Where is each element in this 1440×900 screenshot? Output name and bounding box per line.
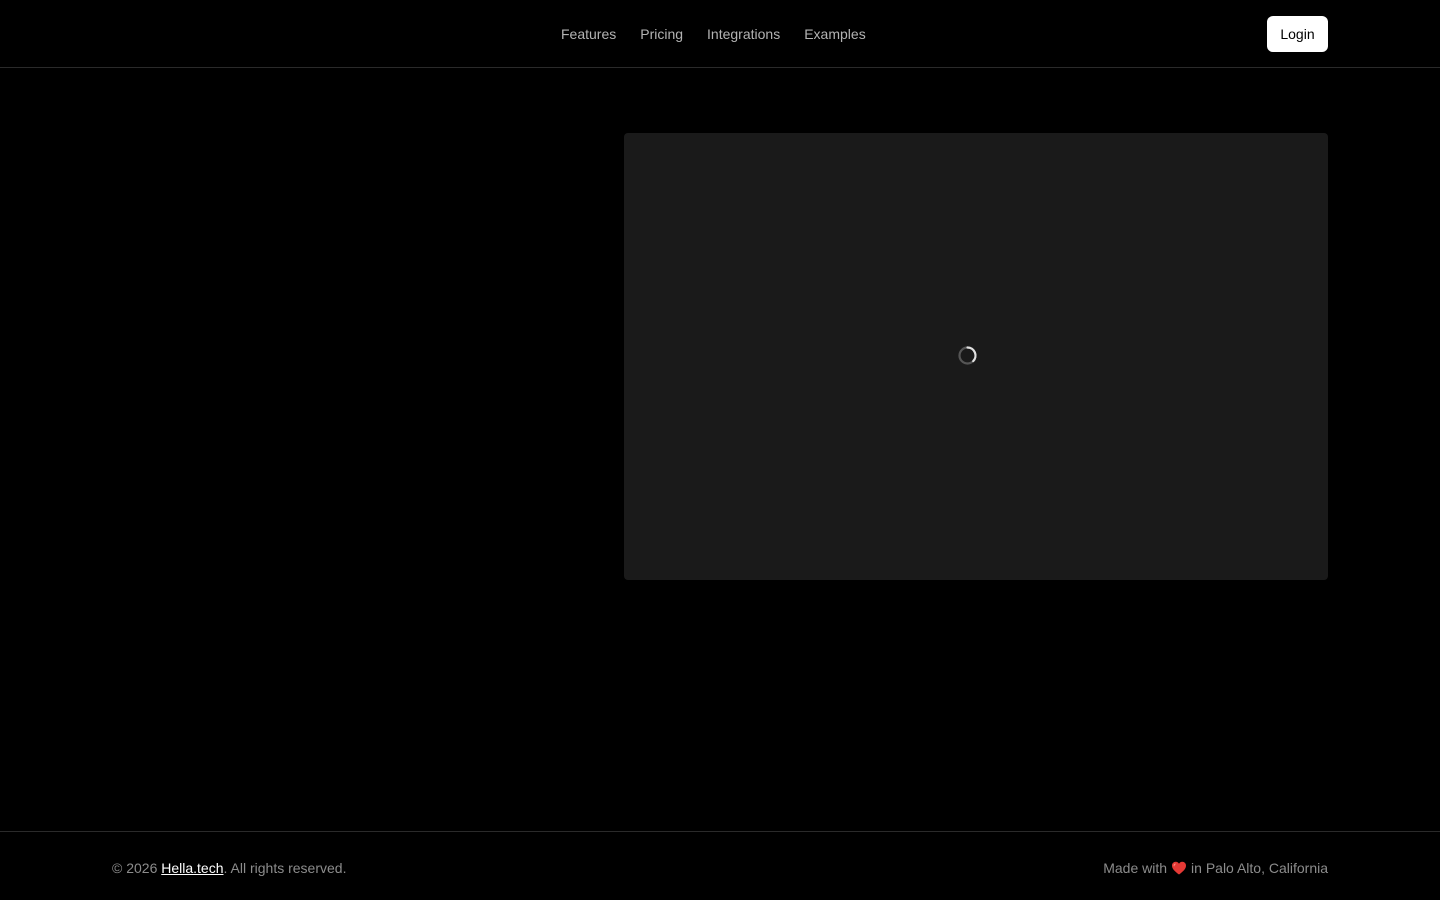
footer-made-with: Made with in Palo Alto, California: [1103, 858, 1328, 878]
nav-link-integrations[interactable]: Integrations: [707, 24, 780, 44]
copyright-prefix: © 2026: [112, 860, 158, 876]
heart-icon: [1171, 860, 1187, 876]
made-with-text: Made with: [1103, 860, 1168, 876]
site-footer: © 2026 Hella.tech. All rights reserved. …: [0, 831, 1440, 900]
nav-link-pricing[interactable]: Pricing: [640, 24, 683, 44]
site-header: Features Pricing Integrations Examples L…: [0, 0, 1440, 68]
brand-link[interactable]: Hella.tech: [161, 860, 223, 876]
nav-link-examples[interactable]: Examples: [804, 24, 865, 44]
location-text: in Palo Alto, California: [1191, 860, 1328, 876]
page: Features Pricing Integrations Examples L…: [0, 0, 1440, 900]
footer-copyright: © 2026 Hella.tech. All rights reserved.: [112, 858, 346, 878]
main-nav: Features Pricing Integrations Examples: [561, 0, 866, 68]
copyright-suffix: . All rights reserved.: [223, 860, 347, 876]
loading-spinner-icon: [957, 345, 978, 366]
login-button[interactable]: Login: [1267, 16, 1328, 52]
nav-link-features[interactable]: Features: [561, 24, 616, 44]
